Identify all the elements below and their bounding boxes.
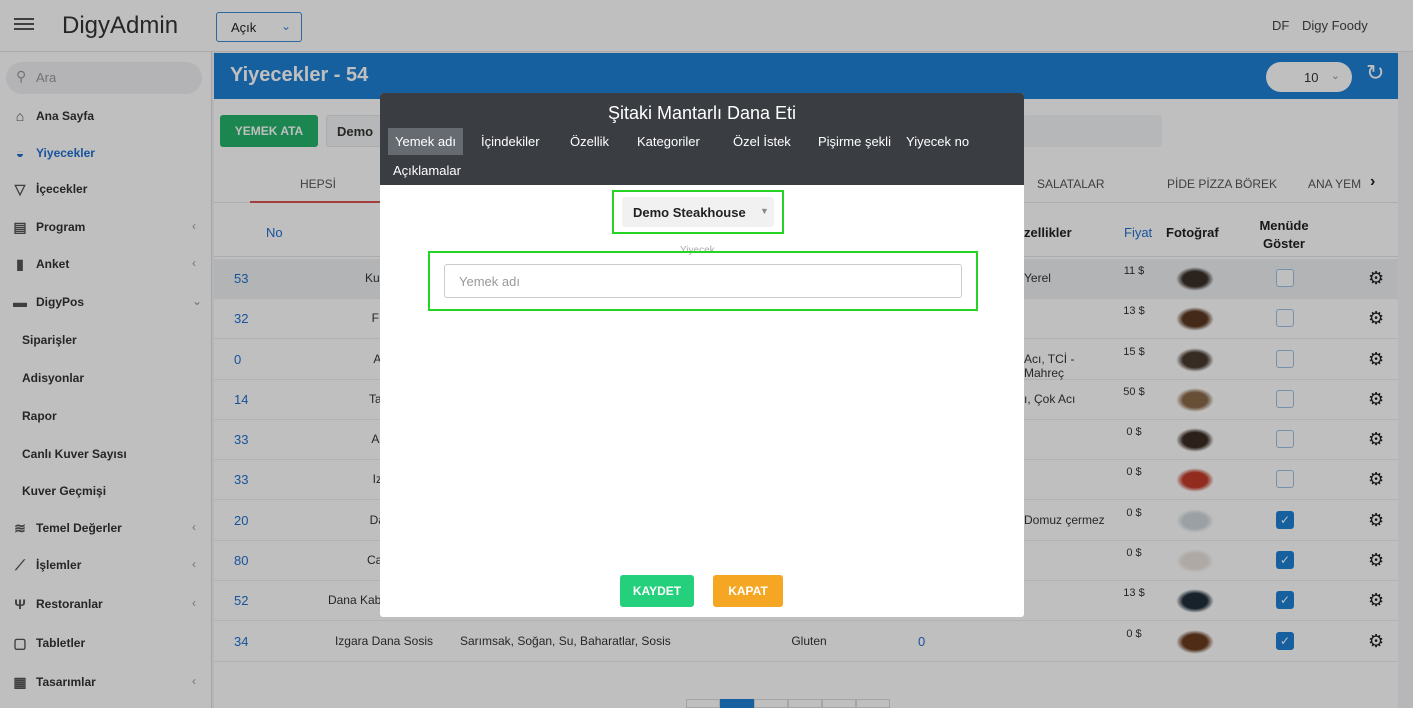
save-button[interactable]: KAYDET xyxy=(620,575,694,607)
modal-tab-categories[interactable]: Kategoriler xyxy=(637,134,700,149)
modal-tab-name[interactable]: Yemek adı xyxy=(388,128,463,155)
edit-food-modal: Şitaki Mantarlı Dana Eti Yemek adı İçind… xyxy=(380,93,1024,617)
modal-tab-ingredients[interactable]: İçindekiler xyxy=(481,134,540,149)
restaurant-select-highlight: Demo Steakhouse ▼ xyxy=(612,190,784,234)
modal-tab-feature[interactable]: Özellik xyxy=(570,134,609,149)
caret-down-icon: ▼ xyxy=(760,206,769,216)
modal-tab-descriptions[interactable]: Açıklamalar xyxy=(393,163,461,178)
food-name-input[interactable] xyxy=(444,264,962,298)
modal-title: Şitaki Mantarlı Dana Eti xyxy=(607,103,797,123)
name-field-highlight xyxy=(428,251,978,311)
close-button[interactable]: KAPAT xyxy=(713,575,783,607)
modal-tab-food-no[interactable]: Yiyecek no xyxy=(906,134,969,149)
modal-tab-cooking[interactable]: Pişirme şekli xyxy=(818,134,891,149)
modal-tab-special-request[interactable]: Özel İstek xyxy=(733,134,791,149)
modal-header: Şitaki Mantarlı Dana Eti Yemek adı İçind… xyxy=(380,93,1024,185)
restaurant-select[interactable]: Demo Steakhouse xyxy=(622,197,774,227)
restaurant-select-value: Demo Steakhouse xyxy=(633,205,746,220)
